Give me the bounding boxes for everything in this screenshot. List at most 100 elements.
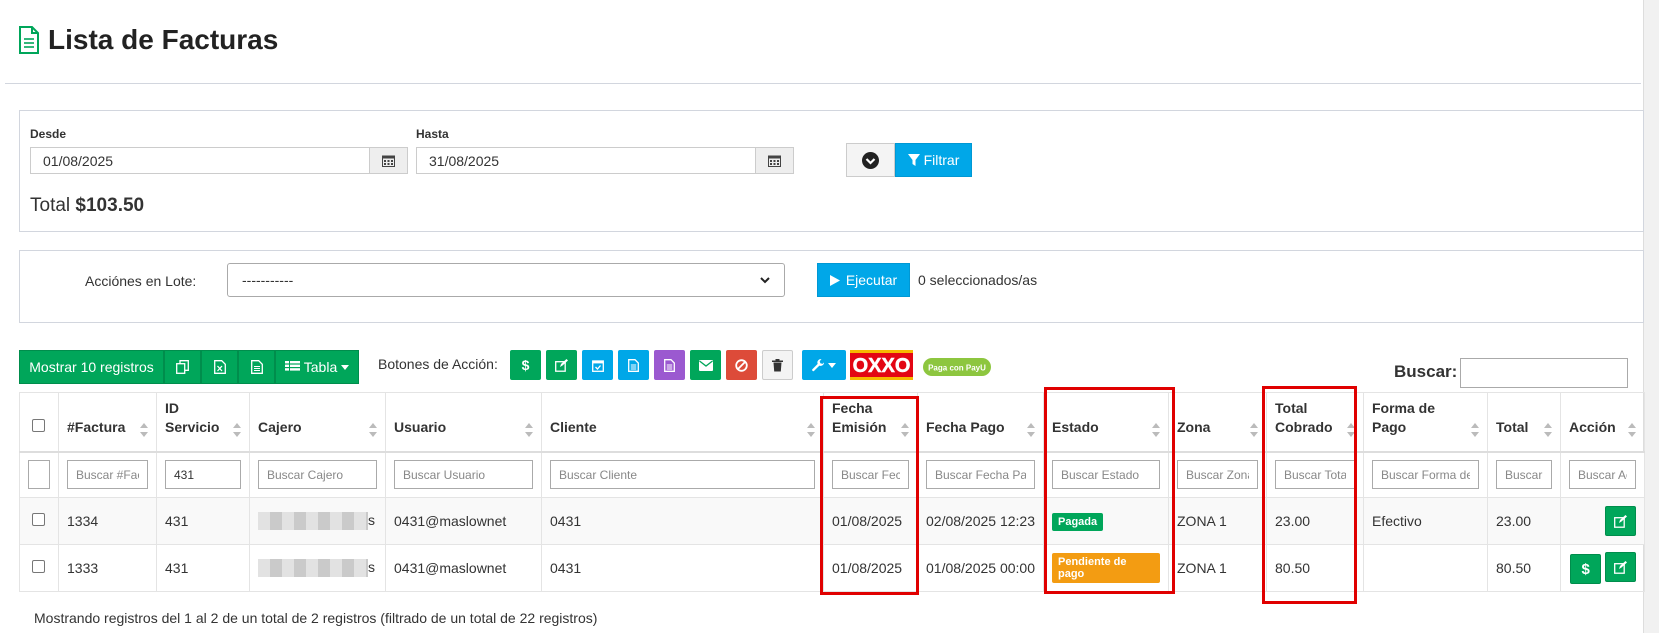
filter-usuario-input[interactable]	[394, 460, 533, 490]
cell-total-cobrado: 80.50	[1266, 544, 1364, 592]
lot-actions-panel: Acciónes en Lote: ----------- Ejecutar 0…	[19, 250, 1644, 323]
oxxo-logo[interactable]: OXXO	[850, 350, 913, 380]
filter-cell	[58, 451, 157, 498]
cell-id-servicio: 431	[156, 497, 250, 545]
action-buttons-label: Botones de Acción:	[378, 356, 498, 372]
col-total-cobrado[interactable]: Total Cobrado	[1266, 392, 1364, 453]
edit-icon	[1614, 514, 1627, 528]
lot-actions-select[interactable]: -----------	[227, 263, 785, 297]
filter-cell	[1487, 451, 1561, 498]
row-pay-button[interactable]: $	[1570, 554, 1602, 584]
desde-input[interactable]	[30, 147, 370, 174]
filter-id-servicio-input[interactable]	[165, 460, 241, 490]
filter-cajero-input[interactable]	[258, 460, 377, 490]
filtrar-button[interactable]: Filtrar	[895, 143, 972, 177]
filter-cell	[249, 451, 386, 498]
copy-icon	[176, 360, 189, 374]
table-view-button[interactable]: Tabla	[275, 350, 359, 384]
filter-cell	[823, 451, 918, 498]
col-fecha-pago[interactable]: Fecha Pago	[917, 392, 1044, 453]
filter-cell	[1363, 451, 1488, 498]
toggle-filters-button[interactable]	[846, 143, 895, 177]
dollar-icon: $	[521, 357, 530, 373]
pay-action-button[interactable]: $	[510, 350, 541, 380]
table-row[interactable]: 1334 431 s 0431@maslownet 0431 01/08/202…	[19, 497, 1645, 545]
select-all-checkbox[interactable]	[32, 418, 45, 432]
sort-icon	[1250, 422, 1258, 437]
row-checkbox[interactable]	[32, 560, 45, 573]
sort-icon	[525, 422, 533, 437]
total-label: Total	[30, 195, 71, 216]
col-usuario[interactable]: Usuario	[385, 392, 542, 453]
invoice-table: #Factura ID Servicio Cajero Usuario Clie…	[19, 392, 1645, 592]
desde-group	[30, 147, 408, 174]
col-zona[interactable]: Zona	[1168, 392, 1267, 453]
sort-icon	[1347, 422, 1355, 437]
col-forma-pago[interactable]: Forma de Pago	[1363, 392, 1488, 453]
document-icon	[19, 26, 39, 54]
filter-estado-input[interactable]	[1052, 460, 1160, 490]
edit-action-button[interactable]	[546, 350, 577, 380]
excel-button[interactable]	[201, 350, 238, 384]
table-icon	[284, 361, 300, 373]
filter-zona-input[interactable]	[1177, 460, 1258, 490]
chevron-circle-down-icon	[862, 151, 879, 169]
email-action-button[interactable]	[690, 350, 721, 380]
copy-button[interactable]	[164, 350, 201, 384]
col-estado[interactable]: Estado	[1043, 392, 1169, 453]
col-accion[interactable]: Acción	[1560, 392, 1645, 453]
delete-action-button[interactable]	[762, 350, 793, 380]
filter-factura-input[interactable]	[67, 460, 148, 490]
sort-icon	[233, 422, 241, 437]
filter-icon	[907, 154, 920, 166]
cell-estado: Pendiente de pago	[1043, 544, 1169, 592]
filter-fecha-pago-input[interactable]	[926, 460, 1035, 490]
col-cajero[interactable]: Cajero	[249, 392, 386, 453]
page-title-text: Lista de Facturas	[48, 24, 279, 55]
filter-accion-input[interactable]	[1569, 460, 1636, 490]
calendar-icon	[768, 155, 781, 167]
document-action-button[interactable]	[618, 350, 649, 380]
sort-icon	[140, 422, 148, 437]
col-cliente[interactable]: Cliente	[541, 392, 824, 453]
filter-total-input[interactable]	[1496, 460, 1552, 490]
cell-factura: 1333	[58, 544, 157, 592]
col-factura[interactable]: #Factura	[58, 392, 157, 453]
row-select-cell	[19, 497, 59, 545]
page-header: Lista de Facturas	[5, 0, 1641, 84]
filter-check-input[interactable]	[28, 460, 50, 490]
cancel-action-button[interactable]	[726, 350, 757, 380]
filter-forma-pago-input[interactable]	[1372, 460, 1479, 490]
desde-calendar-button[interactable]	[370, 147, 408, 174]
search-input[interactable]	[1460, 358, 1628, 388]
ejecutar-button[interactable]: Ejecutar	[817, 263, 910, 297]
window-scrollbar[interactable]	[1643, 0, 1659, 633]
row-checkbox[interactable]	[32, 513, 45, 526]
lot-actions-label: Acciónes en Lote:	[85, 273, 197, 289]
filter-cell	[19, 451, 59, 498]
sort-icon	[901, 422, 909, 437]
hasta-calendar-button[interactable]	[756, 147, 794, 174]
document-purple-action-button[interactable]	[654, 350, 685, 380]
filter-total-cobrado-input[interactable]	[1275, 460, 1355, 490]
row-edit-button[interactable]	[1605, 552, 1636, 582]
cell-forma-pago: Efectivo	[1363, 497, 1488, 545]
col-total[interactable]: Total	[1487, 392, 1561, 453]
filter-cliente-input[interactable]	[550, 460, 815, 490]
hasta-input[interactable]	[416, 147, 756, 174]
oxxo-logo-text: OXXO	[853, 355, 911, 377]
col-fecha-emision[interactable]: Fecha Emisión	[823, 392, 918, 453]
edit-icon	[555, 358, 568, 372]
col-id-servicio[interactable]: ID Servicio	[156, 392, 250, 453]
table-row[interactable]: 1333 431 s 0431@maslownet 0431 01/08/202…	[19, 544, 1645, 592]
excel-icon	[213, 360, 226, 374]
show-records-button[interactable]: Mostrar 10 registros	[19, 350, 164, 384]
calendar-check-action-button[interactable]	[582, 350, 613, 380]
filter-fecha-emision-input[interactable]	[832, 460, 909, 490]
tools-dropdown-button[interactable]	[802, 350, 846, 380]
total-summary: Total $103.50	[30, 195, 144, 217]
payu-logo[interactable]: Paga con PayU	[923, 358, 991, 376]
pdf-button[interactable]	[238, 350, 275, 384]
filter-row	[19, 451, 1645, 498]
row-edit-button[interactable]	[1605, 506, 1636, 536]
